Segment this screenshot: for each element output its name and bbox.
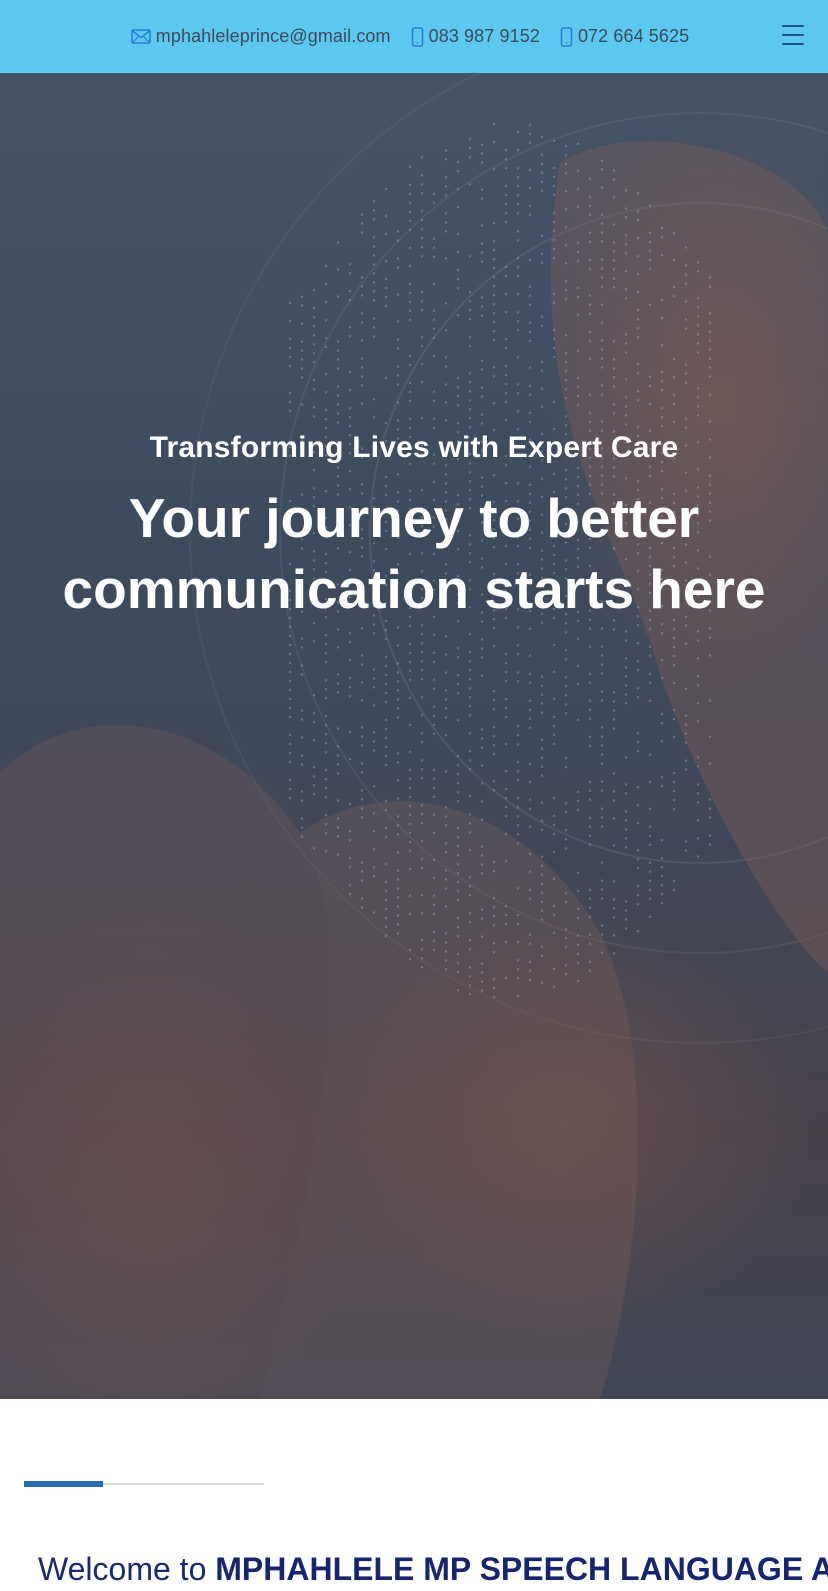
welcome-section: Welcome to MPHAHLELE MP SPEECH LANGUAGE … — [0, 1399, 828, 1591]
phone-text-1: 083 987 9152 — [428, 26, 540, 46]
phone-text-2: 072 664 5625 — [577, 26, 690, 46]
hero-text-block: Transforming Lives with Expert Care Your… — [0, 431, 828, 625]
mobile-phone-icon — [411, 26, 423, 47]
phone-link-1[interactable]: 083 987 9152 — [411, 26, 540, 47]
hamburger-menu-icon[interactable] — [782, 25, 804, 45]
email-link[interactable]: mphahleleprince@gmail.com — [130, 26, 391, 47]
hero-subtitle: Transforming Lives with Expert Care — [149, 431, 679, 464]
section-divider — [24, 1481, 264, 1487]
business-name: MPHAHLELE MP SPEECH LANGUAGE AND — [215, 1551, 828, 1587]
hero-title: Your journey to better communication sta… — [62, 487, 766, 620]
top-contact-bar: mphahleleprince@gmail.com 083 987 9152 0… — [0, 0, 828, 73]
welcome-heading: Welcome to MPHAHLELE MP SPEECH LANGUAGE … — [38, 1551, 828, 1588]
mobile-phone-icon — [560, 26, 573, 47]
email-text: mphahleleprince@gmail.com — [155, 26, 391, 46]
hero-banner: Transforming Lives with Expert Care Your… — [0, 73, 828, 1399]
welcome-prefix: Welcome to — [38, 1551, 216, 1587]
mail-icon — [130, 29, 151, 44]
contact-info: mphahleleprince@gmail.com 083 987 9152 0… — [130, 26, 690, 47]
phone-link-2[interactable]: 072 664 5625 — [560, 26, 689, 47]
sound-wave-background-image — [0, 73, 828, 1399]
divider-accent — [24, 1481, 104, 1487]
